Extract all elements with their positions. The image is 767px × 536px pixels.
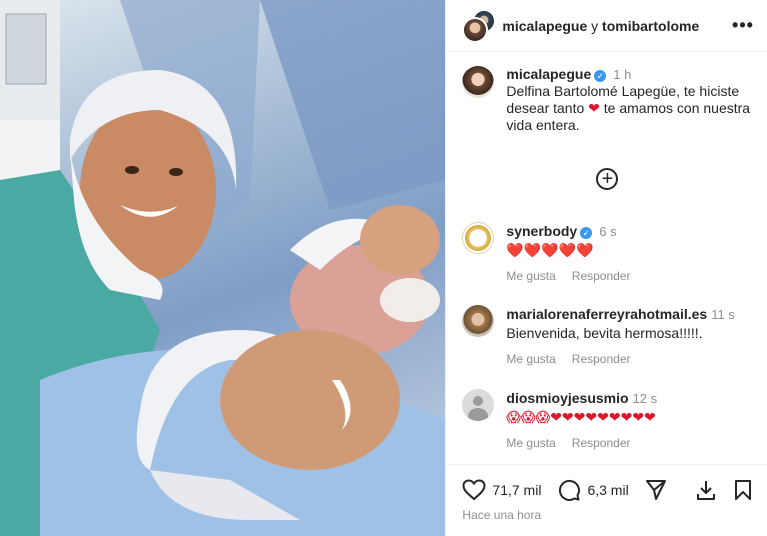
author-link[interactable]: tomibartolome xyxy=(602,18,699,34)
comment-body: 😱😱😱❤❤❤❤❤❤❤❤❤ xyxy=(506,409,656,425)
comment-time[interactable]: 12 s xyxy=(633,391,658,406)
like-comment-button[interactable]: Me gusta xyxy=(506,436,555,450)
avatar[interactable] xyxy=(462,66,495,98)
conjunction: y xyxy=(591,17,599,34)
post-time[interactable]: Hace una hora xyxy=(462,508,541,522)
author-link[interactable]: micalapegue xyxy=(502,18,587,34)
reply-button[interactable]: Responder xyxy=(572,436,631,450)
comment-actions: Me gusta Responder xyxy=(506,352,734,366)
caption: micalapegue ✓ 1 h Delfina Bartolomé Lapegü… xyxy=(462,66,758,134)
comment-text: diosmioyjesusmio 12 s 😱😱😱❤❤❤❤❤❤❤❤❤ xyxy=(506,389,657,426)
heart-icon[interactable] xyxy=(462,479,486,501)
comment-username[interactable]: synerbody xyxy=(506,223,577,239)
caption-text: micalapegue ✓ 1 h Delfina Bartolomé Lapegü… xyxy=(506,66,758,134)
list-item: marialorenaferreyrahotmail.es 11 s Bienve… xyxy=(462,305,758,366)
download-icon[interactable] xyxy=(695,479,717,501)
avatar[interactable] xyxy=(462,305,495,337)
comment-username[interactable]: marialorenaferreyrahotmail.es xyxy=(506,306,707,322)
comment-actions: Me gusta Responder xyxy=(506,269,630,283)
caption-time[interactable]: 1 h xyxy=(613,67,631,82)
comment-username[interactable]: diosmioyjesusmio xyxy=(506,390,628,406)
like-comment-button[interactable]: Me gusta xyxy=(506,269,555,283)
comment-body: Bienvenida, bevita hermosa!!!!!. xyxy=(506,325,703,341)
comments-panel: micalapegue y tomibartolome ••• micalape… xyxy=(445,0,767,536)
likes-count[interactable]: 71,7 mil xyxy=(492,482,541,498)
bookmark-icon[interactable] xyxy=(733,479,753,501)
list-item: diosmioyjesusmio 12 s 😱😱😱❤❤❤❤❤❤❤❤❤ Me gus… xyxy=(462,389,758,450)
like-comment-button[interactable]: Me gusta xyxy=(506,352,555,366)
verified-icon: ✓ xyxy=(580,227,593,239)
reply-button[interactable]: Responder xyxy=(572,352,631,366)
list-item: synerbody ✓ 6 s ❤️❤️❤️❤️❤️ Me gusta Respon… xyxy=(462,222,758,283)
post-header: micalapegue y tomibartolome ••• xyxy=(446,0,767,52)
share-icon[interactable] xyxy=(645,479,667,501)
avatar[interactable] xyxy=(462,16,489,43)
more-options-icon[interactable]: ••• xyxy=(731,15,755,36)
comments-count[interactable]: 6,3 mil xyxy=(587,482,628,498)
post-photo[interactable] xyxy=(0,0,446,536)
verified-icon: ✓ xyxy=(594,70,607,82)
comment-text: synerbody ✓ 6 s ❤️❤️❤️❤️❤️ xyxy=(506,222,630,259)
comment-actions: Me gusta Responder xyxy=(506,436,657,450)
heart-emoji: ❤ xyxy=(588,100,600,116)
caption-username[interactable]: micalapegue xyxy=(506,66,591,82)
reply-button[interactable]: Responder xyxy=(572,269,631,283)
like-group: 71,7 mil xyxy=(462,479,541,501)
photo-illustration xyxy=(0,0,446,536)
load-more-comments-icon[interactable]: + xyxy=(596,168,619,190)
comment-time[interactable]: 6 s xyxy=(599,224,616,239)
comment-body: ❤️❤️❤️❤️❤️ xyxy=(506,242,594,258)
comment-text: marialorenaferreyrahotmail.es 11 s Bienve… xyxy=(506,305,734,342)
comment-time[interactable]: 11 s xyxy=(711,307,735,322)
avatar[interactable] xyxy=(462,222,495,254)
comment-group: 6,3 mil xyxy=(557,478,629,502)
action-bar: 71,7 mil 6,3 mil xyxy=(446,464,767,503)
post-authors: micalapegue y tomibartolome xyxy=(502,18,731,34)
post-window: micalapegue y tomibartolome ••• micalape… xyxy=(0,0,767,536)
comment-icon[interactable] xyxy=(557,478,581,502)
collab-avatars[interactable] xyxy=(462,8,497,43)
avatar[interactable] xyxy=(462,389,495,421)
